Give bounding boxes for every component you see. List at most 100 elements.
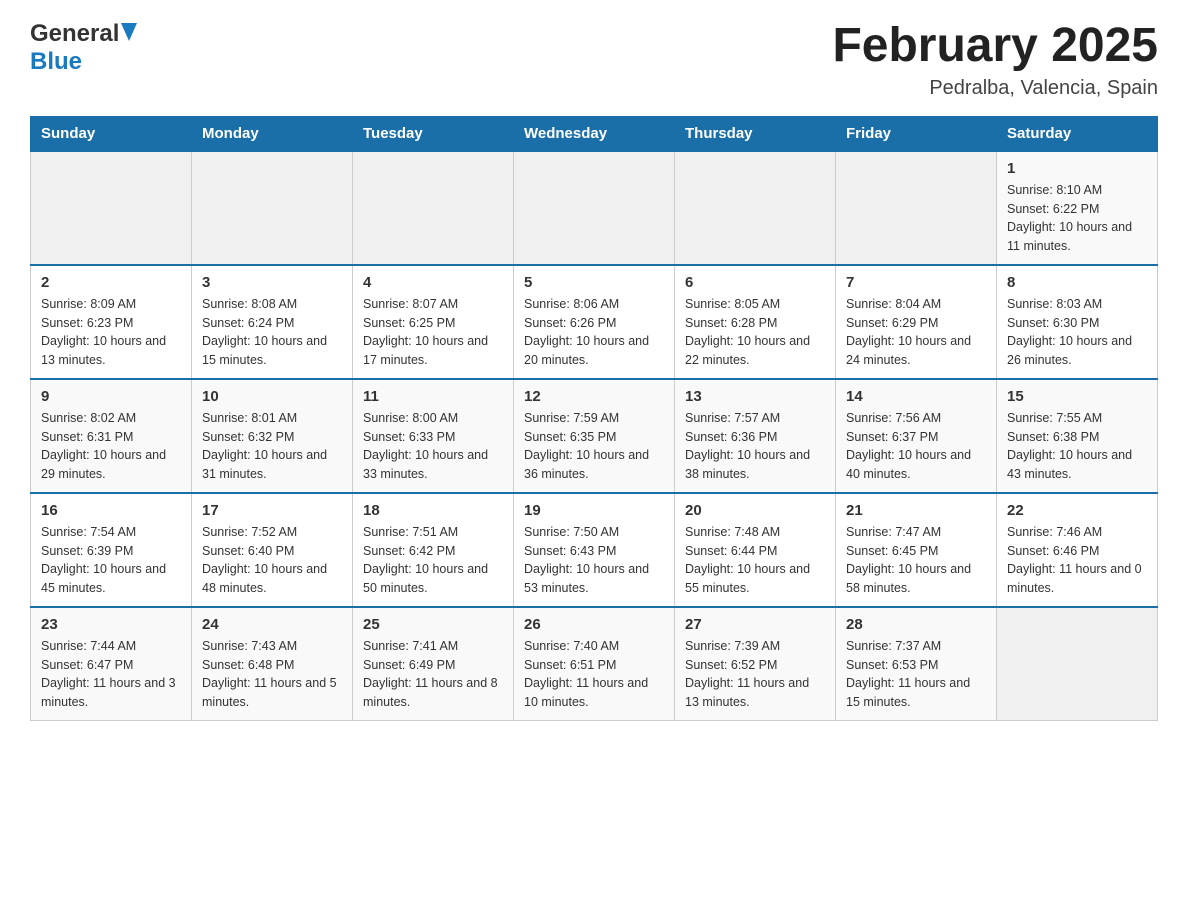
day-info: Sunrise: 7:59 AMSunset: 6:35 PMDaylight:…: [524, 409, 664, 484]
logo: General Blue: [30, 20, 137, 76]
calendar-day-cell: [353, 151, 514, 265]
calendar-day-cell: 12 Sunrise: 7:59 AMSunset: 6:35 PMDayligh…: [514, 379, 675, 493]
day-number: 6: [685, 274, 825, 291]
calendar-day-cell: [836, 151, 997, 265]
calendar-day-cell: 19Sunrise: 7:50 AMSunset: 6:43 PMDayligh…: [514, 493, 675, 607]
calendar-day-cell: 5Sunrise: 8:06 AMSunset: 6:26 PMDaylight…: [514, 265, 675, 379]
calendar-day-cell: 2 Sunrise: 8:09 AMSunset: 6:23 PMDaylight…: [31, 265, 192, 379]
calendar-day-cell: 9 Sunrise: 8:02 AMSunset: 6:31 PMDaylight…: [31, 379, 192, 493]
day-number: 17: [202, 502, 342, 519]
calendar-day-cell: 6 Sunrise: 8:05 AMSunset: 6:28 PMDaylight…: [675, 265, 836, 379]
day-info: Sunrise: 7:43 AMSunset: 6:48 PMDaylight:…: [202, 637, 342, 712]
logo-blue-text: Blue: [30, 48, 82, 75]
day-info: Sunrise: 7:48 AMSunset: 6:44 PMDaylight:…: [685, 523, 825, 598]
day-info: Sunrise: 8:02 AMSunset: 6:31 PMDaylight:…: [41, 409, 181, 484]
day-number: 16: [41, 502, 181, 519]
calendar-day-cell: 21 Sunrise: 7:47 AMSunset: 6:45 PMDayligh…: [836, 493, 997, 607]
calendar-day-cell: 4 Sunrise: 8:07 AMSunset: 6:25 PMDaylight…: [353, 265, 514, 379]
calendar-header-row: SundayMondayTuesdayWednesdayThursdayFrid…: [31, 116, 1158, 151]
calendar-day-cell: 23Sunrise: 7:44 AMSunset: 6:47 PMDayligh…: [31, 607, 192, 721]
day-info: Sunrise: 7:39 AMSunset: 6:52 PMDaylight:…: [685, 637, 825, 712]
calendar-day-cell: 14 Sunrise: 7:56 AMSunset: 6:37 PMDayligh…: [836, 379, 997, 493]
day-info: Sunrise: 7:47 AMSunset: 6:45 PMDaylight:…: [846, 523, 986, 598]
day-info: Sunrise: 8:03 AMSunset: 6:30 PMDaylight:…: [1007, 295, 1147, 370]
day-info: Sunrise: 7:46 AMSunset: 6:46 PMDaylight:…: [1007, 523, 1147, 598]
day-number: 23: [41, 616, 181, 633]
calendar-day-cell: 28 Sunrise: 7:37 AMSunset: 6:53 PMDayligh…: [836, 607, 997, 721]
calendar-day-cell: 17 Sunrise: 7:52 AMSunset: 6:40 PMDayligh…: [192, 493, 353, 607]
day-number: 27: [685, 616, 825, 633]
day-number: 18: [363, 502, 503, 519]
weekday-header-sunday: Sunday: [31, 116, 192, 151]
day-number: 3: [202, 274, 342, 291]
day-info: Sunrise: 7:55 AMSunset: 6:38 PMDaylight:…: [1007, 409, 1147, 484]
day-info: Sunrise: 8:10 AMSunset: 6:22 PMDaylight:…: [1007, 181, 1147, 256]
day-number: 25: [363, 616, 503, 633]
day-number: 11: [363, 388, 503, 405]
calendar-day-cell: 24Sunrise: 7:43 AMSunset: 6:48 PMDayligh…: [192, 607, 353, 721]
day-number: 26: [524, 616, 664, 633]
calendar-table: SundayMondayTuesdayWednesdayThursdayFrid…: [30, 116, 1158, 721]
logo-general-text: General: [30, 20, 119, 48]
weekday-header-wednesday: Wednesday: [514, 116, 675, 151]
calendar-day-cell: 10 Sunrise: 8:01 AMSunset: 6:32 PMDayligh…: [192, 379, 353, 493]
day-number: 12: [524, 388, 664, 405]
day-number: 9: [41, 388, 181, 405]
month-year-title: February 2025: [832, 20, 1158, 73]
calendar-day-cell: 20 Sunrise: 7:48 AMSunset: 6:44 PMDayligh…: [675, 493, 836, 607]
weekday-header-tuesday: Tuesday: [353, 116, 514, 151]
calendar-day-cell: 27 Sunrise: 7:39 AMSunset: 6:52 PMDayligh…: [675, 607, 836, 721]
day-number: 14: [846, 388, 986, 405]
calendar-week-row: 16Sunrise: 7:54 AMSunset: 6:39 PMDayligh…: [31, 493, 1158, 607]
day-number: 21: [846, 502, 986, 519]
calendar-day-cell: [31, 151, 192, 265]
day-number: 2: [41, 274, 181, 291]
day-info: Sunrise: 7:37 AMSunset: 6:53 PMDaylight:…: [846, 637, 986, 712]
location-subtitle: Pedralba, Valencia, Spain: [832, 77, 1158, 100]
calendar-day-cell: 7 Sunrise: 8:04 AMSunset: 6:29 PMDaylight…: [836, 265, 997, 379]
calendar-day-cell: 22 Sunrise: 7:46 AMSunset: 6:46 PMDayligh…: [997, 493, 1158, 607]
calendar-day-cell: 26Sunrise: 7:40 AMSunset: 6:51 PMDayligh…: [514, 607, 675, 721]
day-number: 15: [1007, 388, 1147, 405]
calendar-day-cell: 13Sunrise: 7:57 AMSunset: 6:36 PMDayligh…: [675, 379, 836, 493]
day-info: Sunrise: 7:41 AMSunset: 6:49 PMDaylight:…: [363, 637, 503, 712]
day-info: Sunrise: 8:06 AMSunset: 6:26 PMDaylight:…: [524, 295, 664, 370]
calendar-day-cell: [514, 151, 675, 265]
calendar-week-row: 2 Sunrise: 8:09 AMSunset: 6:23 PMDaylight…: [31, 265, 1158, 379]
weekday-header-saturday: Saturday: [997, 116, 1158, 151]
day-number: 20: [685, 502, 825, 519]
calendar-day-cell: 15 Sunrise: 7:55 AMSunset: 6:38 PMDayligh…: [997, 379, 1158, 493]
calendar-day-cell: 1 Sunrise: 8:10 AMSunset: 6:22 PMDaylight…: [997, 151, 1158, 265]
calendar-day-cell: 18 Sunrise: 7:51 AMSunset: 6:42 PMDayligh…: [353, 493, 514, 607]
day-info: Sunrise: 8:07 AMSunset: 6:25 PMDaylight:…: [363, 295, 503, 370]
day-number: 8: [1007, 274, 1147, 291]
day-info: Sunrise: 7:57 AMSunset: 6:36 PMDaylight:…: [685, 409, 825, 484]
day-info: Sunrise: 7:50 AMSunset: 6:43 PMDaylight:…: [524, 523, 664, 598]
calendar-day-cell: 16Sunrise: 7:54 AMSunset: 6:39 PMDayligh…: [31, 493, 192, 607]
calendar-day-cell: 3 Sunrise: 8:08 AMSunset: 6:24 PMDaylight…: [192, 265, 353, 379]
day-number: 4: [363, 274, 503, 291]
calendar-day-cell: [192, 151, 353, 265]
weekday-header-thursday: Thursday: [675, 116, 836, 151]
day-number: 10: [202, 388, 342, 405]
calendar-day-cell: 11Sunrise: 8:00 AMSunset: 6:33 PMDayligh…: [353, 379, 514, 493]
day-number: 22: [1007, 502, 1147, 519]
day-info: Sunrise: 8:01 AMSunset: 6:32 PMDaylight:…: [202, 409, 342, 484]
page-header: General Blue February 2025 Pedralba, Val…: [30, 20, 1158, 100]
calendar-day-cell: 25 Sunrise: 7:41 AMSunset: 6:49 PMDayligh…: [353, 607, 514, 721]
day-number: 7: [846, 274, 986, 291]
title-block: February 2025 Pedralba, Valencia, Spain: [832, 20, 1158, 100]
day-info: Sunrise: 7:51 AMSunset: 6:42 PMDaylight:…: [363, 523, 503, 598]
day-info: Sunrise: 8:08 AMSunset: 6:24 PMDaylight:…: [202, 295, 342, 370]
day-number: 1: [1007, 160, 1147, 177]
day-info: Sunrise: 7:52 AMSunset: 6:40 PMDaylight:…: [202, 523, 342, 598]
day-number: 28: [846, 616, 986, 633]
day-info: Sunrise: 8:09 AMSunset: 6:23 PMDaylight:…: [41, 295, 181, 370]
calendar-week-row: 9 Sunrise: 8:02 AMSunset: 6:31 PMDaylight…: [31, 379, 1158, 493]
calendar-day-cell: 8 Sunrise: 8:03 AMSunset: 6:30 PMDaylight…: [997, 265, 1158, 379]
logo-triangle-icon: [121, 23, 137, 46]
day-info: Sunrise: 8:04 AMSunset: 6:29 PMDaylight:…: [846, 295, 986, 370]
weekday-header-monday: Monday: [192, 116, 353, 151]
day-info: Sunrise: 7:56 AMSunset: 6:37 PMDaylight:…: [846, 409, 986, 484]
day-info: Sunrise: 8:05 AMSunset: 6:28 PMDaylight:…: [685, 295, 825, 370]
